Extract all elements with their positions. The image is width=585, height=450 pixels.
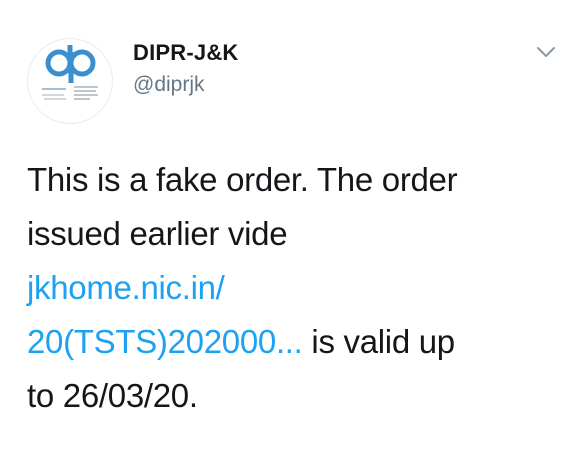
tweet-line: to 26/03/20. [27,377,198,414]
tweet-line: This is a fake order. The order [27,161,458,198]
chevron-down-icon[interactable] [534,40,558,64]
author-handle[interactable]: @diprjk [133,73,205,97]
tweet-line: 20(TSTS)202000... is valid up [27,315,567,369]
author-display-name[interactable]: DIPR-J&K [133,40,239,66]
tweet-line-text: is valid up [302,323,455,360]
tweet-line: issued earlier vide [27,215,288,252]
tweet-link[interactable]: jkhome.nic.in/ [27,269,225,306]
avatar[interactable] [27,38,113,124]
tweet-link-line: jkhome.nic.in/ [27,261,567,315]
tweet-link-continued[interactable]: 20(TSTS)202000... [27,323,303,360]
tweet-text: This is a fake order. The order issued e… [27,153,567,423]
tweet-card: DIPR-J&K @diprjk This is a fake order. T… [0,0,585,450]
dipr-logo-icon [42,45,98,100]
